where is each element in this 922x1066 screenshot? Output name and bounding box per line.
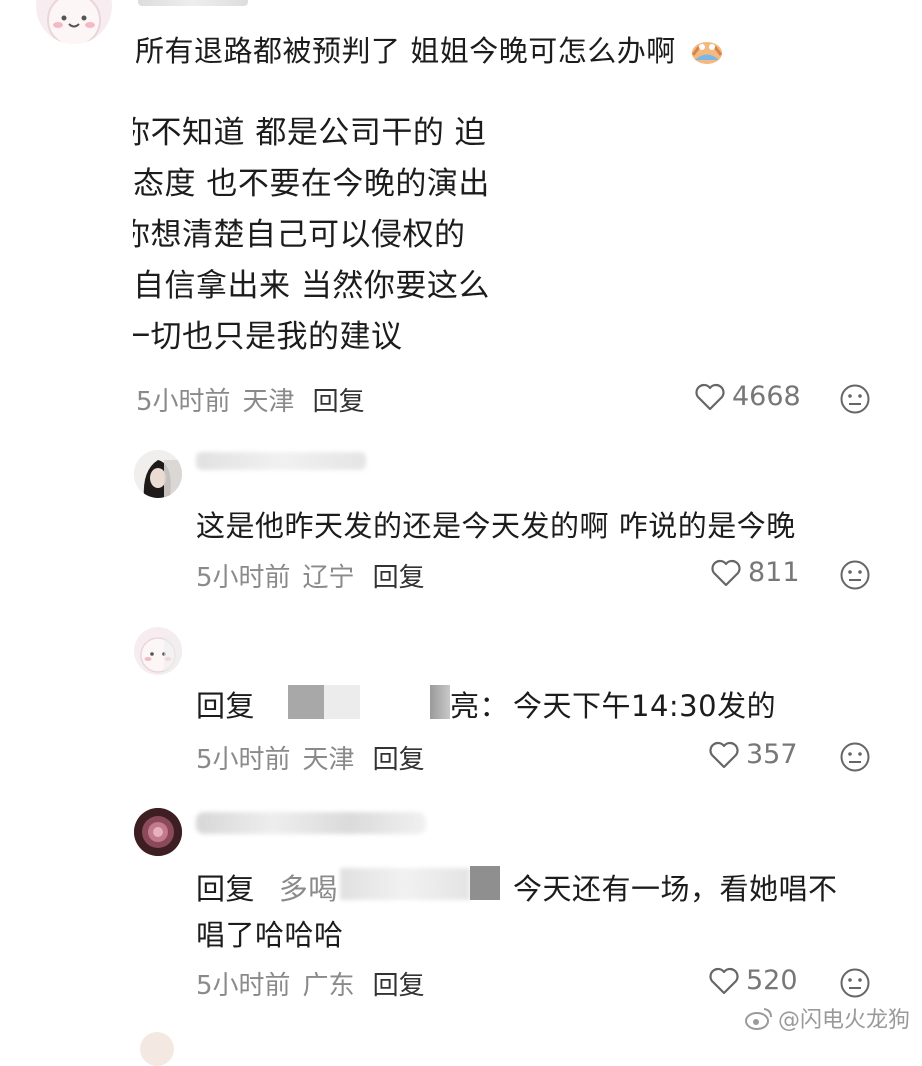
comment-text: 所有退路都被预判了 姐姐今晚可怎么办啊 [135,28,725,72]
reply-line: 回复 [196,683,255,725]
reply-target-name[interactable]: 多喝 [279,872,338,906]
quote-line: 一切也只是我的建议 [133,319,403,350]
like-button[interactable]: 4668 [694,381,801,412]
like-button[interactable]: 520 [708,965,798,996]
reply-line: 回复 多喝 [196,866,338,908]
quoted-screenshot: 你不知道 都是公司干的 迫 态度 也不要在今晚的演出 你想清楚自己可以侵权的 自… [133,100,513,350]
heart-icon [709,741,739,768]
dislike-button[interactable] [839,741,871,777]
reply-target-blurred[interactable] [430,685,450,719]
comment-body: 今天下午14:30发的 [513,689,777,723]
reply-prefix: 回复 [196,689,256,723]
crying-emoji-icon [689,33,725,72]
username-blurred[interactable] [196,812,426,834]
reply-button[interactable]: 回复 [373,563,425,593]
username-blurred[interactable] [138,0,248,6]
comment-meta: 5小时前 天津 回复 [196,739,425,776]
timestamp: 5小时前 [196,971,291,1001]
weibo-logo-icon [745,1008,772,1030]
comment-body: 所有退路都被预判了 姐姐今晚可怎么办啊 [135,34,676,68]
like-count: 520 [746,965,798,996]
timestamp: 5小时前 [196,745,291,775]
avatar[interactable] [134,808,182,856]
avatar-partial [140,1032,174,1066]
reply-target-blurred[interactable] [324,685,360,719]
quote-line: 态度 也不要在今晚的演出 [133,166,490,202]
comment-meta: 5小时前 天津 回复 [136,381,365,418]
like-button[interactable]: 811 [710,557,800,588]
avatar-cartoon-icon [140,635,182,675]
dislike-button[interactable] [839,383,871,419]
watermark-text: @闪电火龙狗 [778,1008,911,1033]
username-blurred[interactable] [196,452,366,470]
comment-body-continued: 唱了哈哈哈 [196,918,344,952]
timestamp: 5小时前 [196,563,291,593]
location: 天津 [242,387,295,417]
avatar[interactable] [134,450,182,498]
reply-target-blurred[interactable] [340,868,470,900]
reply-target-blurred[interactable] [288,685,324,719]
avatar[interactable] [134,627,182,675]
dislike-button[interactable] [839,559,871,595]
heart-icon [711,559,741,586]
timestamp: 5小时前 [136,387,231,417]
comment-body: 这是他昨天发的还是今天发的啊 咋说的是今晚 [196,509,796,543]
like-count: 357 [746,739,798,770]
dislike-button[interactable] [839,967,871,1003]
reply-button[interactable]: 回复 [373,745,425,775]
quote-line: 你想清楚自己可以侵权的 [133,217,466,253]
comment-meta: 5小时前 广东 回复 [196,965,425,1002]
dislike-face-icon [840,560,870,590]
location: 天津 [302,745,355,775]
reply-button[interactable]: 回复 [373,971,425,1001]
location: 辽宁 [302,563,355,593]
reply-target-name[interactable]: 亮： [450,683,509,725]
dislike-face-icon [840,742,870,772]
avatar-cartoon-icon [47,0,101,44]
quote-line: 自信拿出来 当然你要这么 [133,268,490,304]
like-button[interactable]: 357 [708,739,798,770]
watermark: @闪电火龙狗 [744,1002,910,1034]
heart-icon [709,967,739,994]
location: 广东 [302,971,355,1001]
like-count: 4668 [732,381,801,412]
avatar-photo-icon [134,808,182,856]
like-count: 811 [748,557,800,588]
avatar-photo-icon [134,450,182,498]
dislike-face-icon [840,384,870,414]
comment-body: 今天还有一场，看她唱不 [513,872,838,906]
comment-meta: 5小时前 辽宁 回复 [196,557,425,594]
avatar[interactable] [36,0,112,44]
heart-icon [695,383,725,410]
reply-target-blurred[interactable] [470,866,500,900]
reply-button[interactable]: 回复 [313,387,365,417]
dislike-face-icon [840,968,870,998]
reply-prefix: 回复 [196,872,256,906]
quote-line: 你不知道 都是公司干的 迫 [133,115,487,151]
